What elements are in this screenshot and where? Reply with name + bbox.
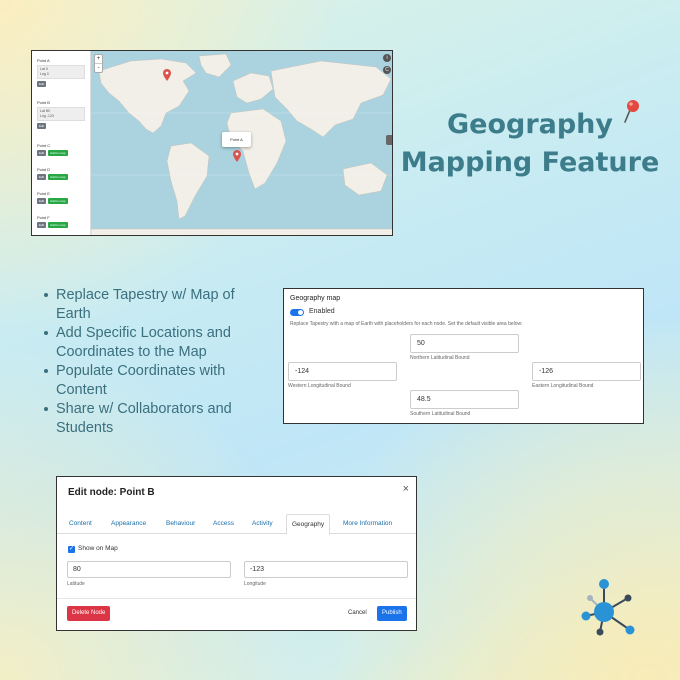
south-bound-label: Southern Latitudinal Bound [410,411,471,417]
lat-label: Lat [40,109,45,113]
delete-node-button[interactable]: Delete Node [67,606,111,621]
center-button[interactable]: C [383,66,391,74]
lng-value: -123 [46,114,54,118]
add-to-map-button[interactable]: Add to map [48,150,68,156]
latitude-input[interactable]: 80 [67,561,231,578]
edit-button[interactable]: Edit [37,174,47,180]
tab-content[interactable]: Content [69,514,92,534]
collapse-handle[interactable] [386,135,392,145]
point-sidebar: Point A Lat 0 Lng 0 Edit Point B Lat 80 … [32,51,91,235]
north-bound-label: Northern Latitudinal Bound [410,355,470,361]
point-f-title: Point F [37,215,50,220]
tab-more-information[interactable]: More Information [343,514,392,534]
edit-button[interactable]: Edit [37,123,47,129]
map-marker-icon[interactable] [233,150,241,162]
dialog-title: Edit node: Point B [68,487,155,498]
zoom-out-button[interactable]: - [95,64,102,72]
point-c-card: Point C Edit Add to map [37,143,68,156]
point-d-title: Point D [37,167,51,172]
geography-settings-panel: Geography map Enabled Replace Tapestry w… [283,288,644,424]
lat-label: Lat [40,67,45,71]
point-c-title: Point C [37,143,51,148]
lng-value: 0 [46,72,49,76]
geography-description: Replace Tapestry with a map of Earth wit… [290,321,523,327]
longitude-input[interactable]: -123 [244,561,408,578]
west-bound-label: Western Longitudinal Bound [288,383,351,389]
point-a-coords: Lat 0 Lng 0 [37,65,85,79]
lat-value: 0 [45,67,48,71]
edit-node-dialog: Edit node: Point B × Content Appearance … [56,476,417,631]
geography-heading: Geography map [290,295,341,302]
tab-appearance[interactable]: Appearance [111,514,146,534]
point-b-card: Point B Lat 80 Lng -123 Edit [37,100,85,129]
zoom-in-button[interactable]: + [95,55,102,64]
west-bound-input[interactable]: -124 [288,362,397,381]
feature-list: Replace Tapestry w/ Map of Earth Add Spe… [44,286,259,438]
tab-geography[interactable]: Geography [286,514,331,535]
publish-button[interactable]: Publish [377,606,407,621]
dialog-tabs: Content Appearance Behaviour Access Acti… [57,514,416,535]
point-b-title: Point B [37,100,50,105]
world-map[interactable]: + - Point A i C [91,51,392,235]
add-to-map-button[interactable]: Add to map [48,222,68,228]
map-screenshot: Point A Lat 0 Lng 0 Edit Point B Lat 80 … [31,50,393,236]
tab-behaviour[interactable]: Behaviour [166,514,195,534]
south-bound-input[interactable]: 48.5 [410,390,519,409]
close-icon[interactable]: × [403,483,409,495]
point-d-card: Point D Edit Add to map [37,167,68,180]
longitude-label: Longitude [244,581,266,587]
lat-value: 80 [45,109,50,113]
point-e-card: Point E Edit Add to map [37,191,68,204]
add-to-map-button[interactable]: Add to map [48,174,68,180]
lng-label: Lng [40,114,46,118]
checkbox-checked-icon[interactable]: ✓ [68,546,75,553]
network-node-logo [581,579,635,636]
map-marker-icon[interactable] [163,69,171,81]
feature-item: Populate Coordinates with Content [44,362,259,400]
feature-item: Replace Tapestry w/ Map of Earth [44,286,259,324]
point-b-coords: Lat 80 Lng -123 [37,107,85,121]
zoom-control: + - [94,54,103,73]
edit-button[interactable]: Edit [37,222,47,228]
add-to-map-button[interactable]: Add to map [48,198,68,204]
cancel-button[interactable]: Cancel [346,606,369,621]
point-e-title: Point E [37,191,50,196]
info-button[interactable]: i [383,54,391,62]
dialog-footer-divider [57,598,416,599]
tab-access[interactable]: Access [213,514,234,534]
lng-label: Lng [40,72,46,76]
enabled-toggle[interactable] [290,309,304,316]
edit-button[interactable]: Edit [37,81,47,87]
map-popup: Point A [222,132,251,147]
title-line-2: Mapping Feature [400,147,660,178]
pushpin-icon [624,100,639,123]
edit-button[interactable]: Edit [37,150,47,156]
point-a-card: Point A Lat 0 Lng 0 Edit [37,58,85,87]
east-bound-label: Eastern Longitudinal Bound [532,383,594,389]
show-on-map-label: Show on Map [78,545,118,552]
north-bound-input[interactable]: 50 [410,334,519,353]
point-f-card: Point F Edit Add to map [37,215,68,228]
tab-activity[interactable]: Activity [252,514,273,534]
enabled-label: Enabled [309,308,335,315]
edit-button[interactable]: Edit [37,198,47,204]
east-bound-input[interactable]: -126 [532,362,641,381]
feature-item: Add Specific Locations and Coordinates t… [44,324,259,362]
feature-item: Share w/ Collaborators and Students [44,400,259,438]
point-a-title: Point A [37,58,50,63]
latitude-label: Latitude [67,581,85,587]
